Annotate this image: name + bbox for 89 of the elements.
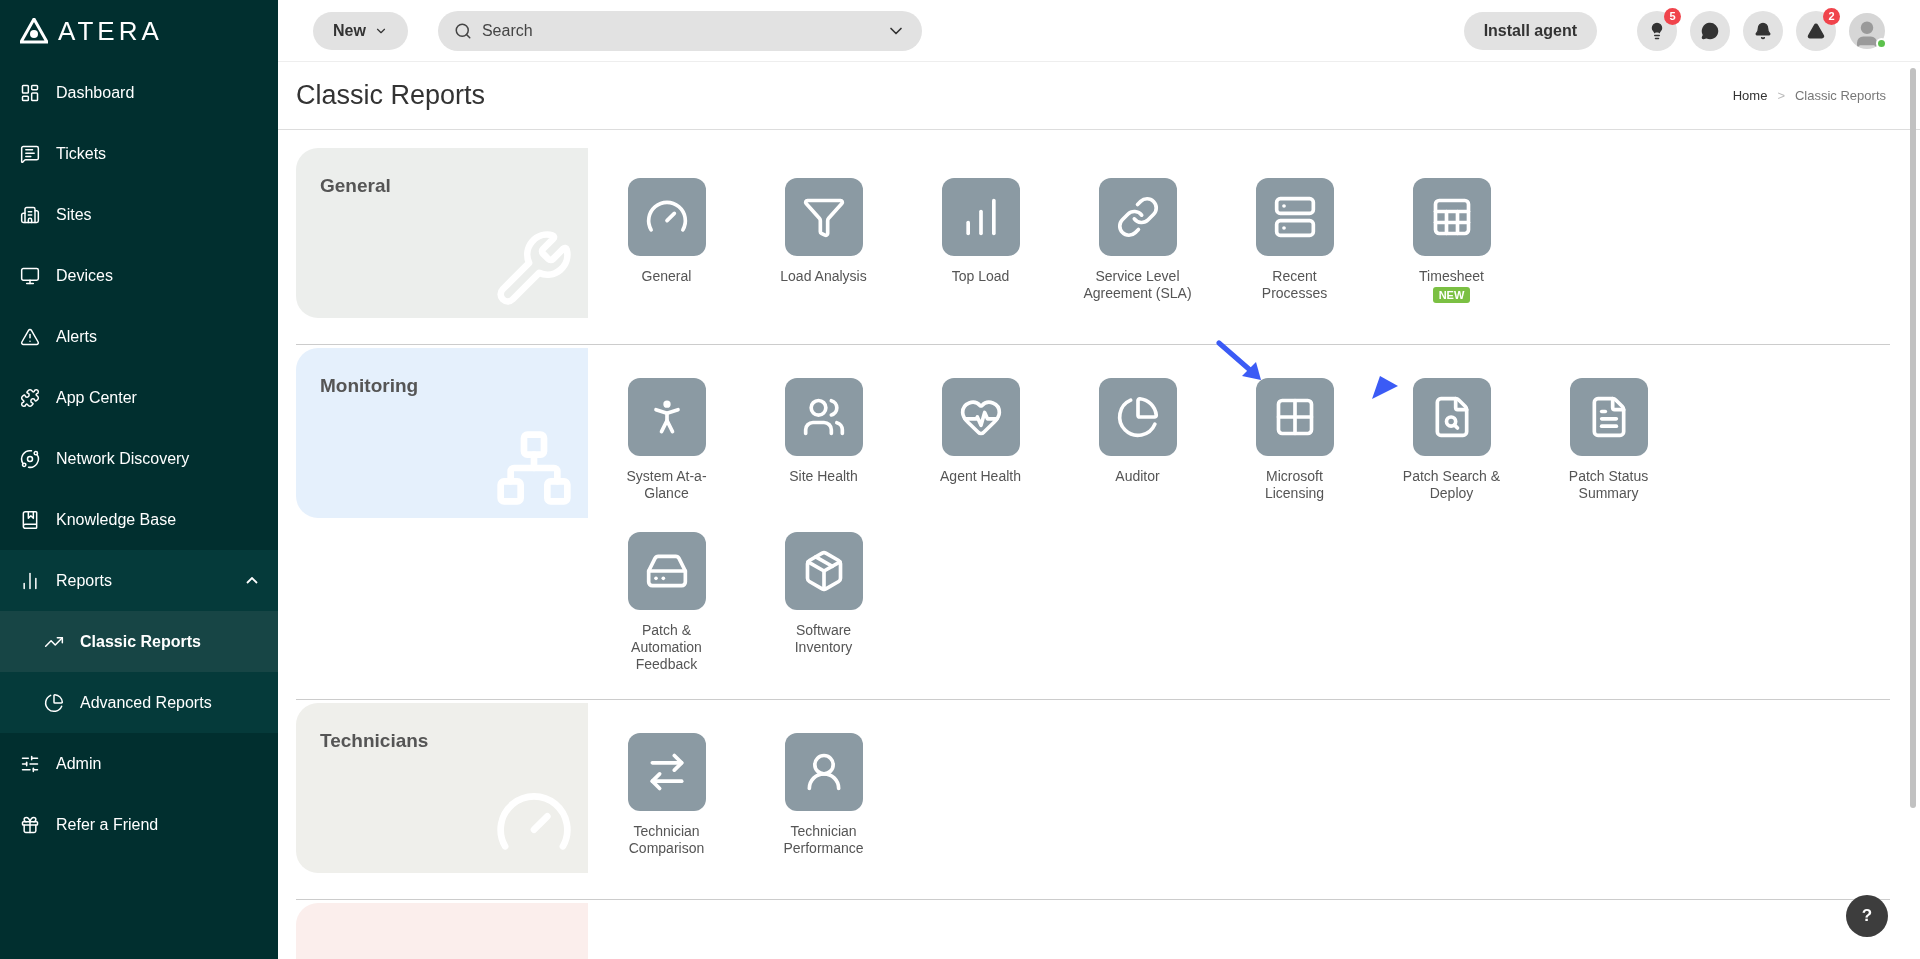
bell-icon (1754, 21, 1772, 40)
sidebar-subitem[interactable]: Advanced Reports (0, 672, 278, 733)
book-icon (20, 509, 40, 530)
report-label: Load Analysis (779, 268, 868, 285)
report-tile[interactable]: Technician Performance (745, 733, 902, 857)
search-field[interactable]: Search (437, 10, 922, 51)
install-agent-button[interactable]: Install agent (1463, 11, 1597, 50)
pie-chart-icon (1115, 395, 1160, 439)
sidebar-item[interactable]: Refer a Friend (0, 794, 278, 855)
report-tile[interactable]: Patch Status Summary (1530, 378, 1687, 502)
report-tile[interactable]: Load Analysis (745, 178, 902, 303)
report-label: Patch Search & Deploy (1401, 468, 1502, 502)
report-tile[interactable]: Agent Health (902, 378, 1059, 502)
breadcrumb-link[interactable]: Home (1732, 85, 1768, 106)
report-label: Timesheet (1418, 268, 1485, 285)
warning-icon (1807, 21, 1825, 40)
report-tile[interactable]: Top Load (902, 178, 1059, 303)
sidebar-subitem[interactable]: Classic Reports (0, 611, 278, 672)
breadcrumb-separator: > (1777, 86, 1785, 105)
sidebar-item[interactable]: Knowledge Base (0, 489, 278, 550)
sidebar-item[interactable]: App Center (0, 367, 278, 428)
message-icon (20, 143, 40, 164)
header-icon-button[interactable] (1743, 10, 1783, 51)
scrollbar[interactable] (1910, 68, 1916, 808)
report-label: Technician Comparison (627, 823, 706, 857)
search-icon (453, 21, 472, 40)
puzzle-icon (20, 387, 40, 408)
link-icon (1115, 195, 1160, 239)
logo: ATERA (58, 14, 163, 48)
report-tile[interactable]: Microsoft Licensing (1216, 378, 1373, 502)
report-label: System At-a-Glance (625, 468, 708, 502)
network-icon (494, 428, 574, 508)
count-badge: 5 (1664, 7, 1681, 25)
report-label: Site Health (788, 468, 859, 485)
section-title: General (320, 174, 392, 198)
section-title: Technicians (320, 729, 430, 753)
annotation-arrow (1216, 340, 1264, 382)
report-label: Microsoft Licensing (1263, 468, 1326, 502)
logo-icon (20, 18, 48, 44)
monitor-icon (20, 265, 40, 286)
report-tile[interactable]: General (588, 178, 745, 303)
report-tile[interactable]: Patch Search & Deploy (1373, 378, 1530, 502)
sidebar-item[interactable]: Admin (0, 733, 278, 794)
sidebar-item[interactable]: Alerts (0, 306, 278, 367)
new-badge: NEW (1432, 287, 1471, 303)
server-icon (1272, 195, 1317, 239)
warning-icon (20, 326, 40, 347)
sidebar-item[interactable]: Dashboard (0, 62, 278, 123)
report-label: Technician Performance (782, 823, 865, 857)
report-label: Patch Status Summary (1567, 468, 1650, 502)
sliders-icon (20, 753, 40, 774)
report-label: Top Load (950, 268, 1011, 285)
report-tile[interactable]: Patch & Automation Feedback (588, 532, 745, 673)
dashboard-icon (20, 82, 40, 103)
sidebar-item[interactable]: Tickets (0, 123, 278, 184)
report-label: Recent Processes (1260, 268, 1329, 302)
bar-chart-icon (20, 570, 40, 591)
count-badge: 2 (1823, 7, 1840, 25)
section-title: Monitoring (320, 374, 420, 398)
chat-icon (1701, 21, 1719, 40)
help-button[interactable]: ? (1846, 895, 1888, 937)
report-label: General (640, 268, 693, 285)
report-tile[interactable]: Software Inventory (745, 532, 902, 673)
breadcrumb-current: Classic Reports (1794, 86, 1886, 105)
sidebar-item[interactable]: Sites (0, 184, 278, 245)
report-label: Software Inventory (793, 622, 854, 656)
new-button[interactable]: New (313, 11, 408, 50)
sidebar-item[interactable]: Reports (0, 550, 278, 611)
network-icon (20, 448, 40, 469)
sidebar-item[interactable]: Network Discovery (0, 428, 278, 489)
report-tile[interactable]: Site Health (745, 378, 902, 502)
avatar[interactable] (1849, 12, 1885, 49)
header-icon-button[interactable] (1690, 10, 1730, 51)
report-tile[interactable]: Service Level Agreement (SLA) (1059, 178, 1216, 303)
page-title: Classic Reports (296, 79, 487, 113)
gift-icon (20, 814, 40, 835)
report-label: Service Level Agreement (SLA) (1082, 268, 1193, 302)
search-input[interactable]: Search (481, 18, 876, 43)
report-label: Agent Health (939, 468, 1022, 485)
report-tile[interactable]: Auditor (1059, 378, 1216, 502)
pie-chart-icon (44, 692, 64, 713)
sidebar-item[interactable]: Devices (0, 245, 278, 306)
report-tile[interactable]: Recent Processes (1216, 178, 1373, 303)
report-label: Patch & Automation Feedback (630, 622, 703, 673)
building-icon (20, 204, 40, 225)
report-tile[interactable]: System At-a-Glance (588, 378, 745, 502)
report-tile[interactable]: Technician Comparison (588, 733, 745, 857)
report-label: Auditor (1114, 468, 1161, 485)
report-tile[interactable]: Timesheet NEW (1373, 178, 1530, 303)
